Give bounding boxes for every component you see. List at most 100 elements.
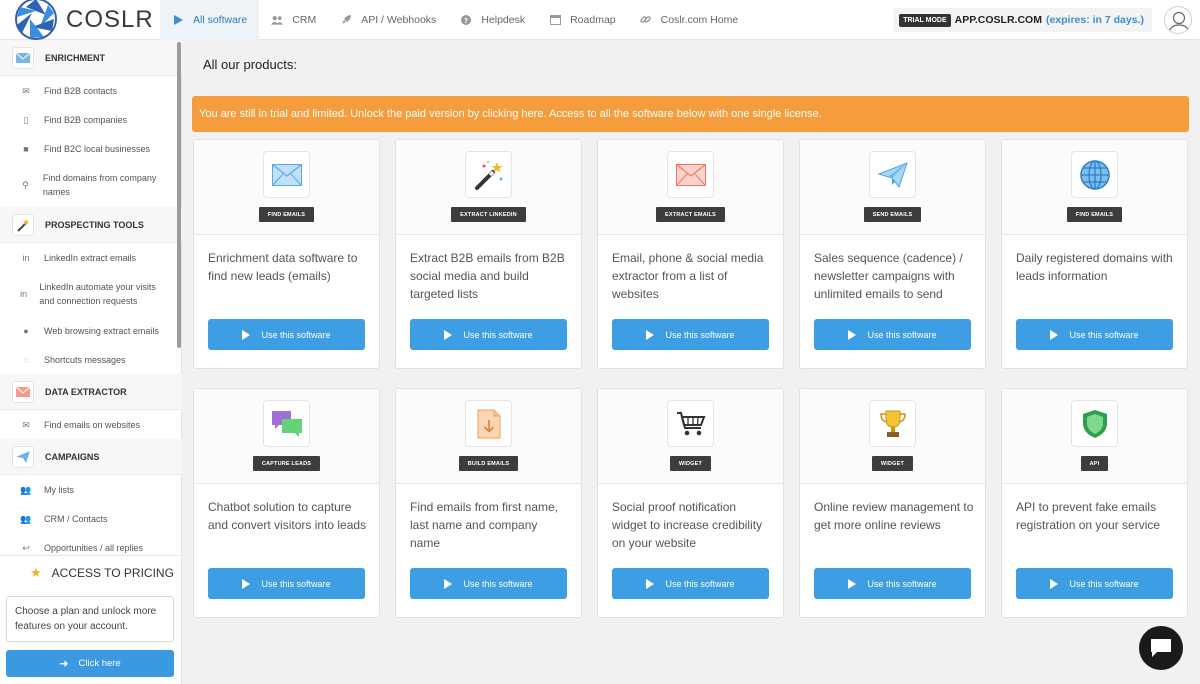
card-description: Sales sequence (cadence) / newsletter ca… bbox=[814, 251, 963, 301]
sidebar-item-find-b2b-contacts[interactable]: ✉ Find B2B contacts bbox=[0, 76, 182, 105]
card-description: Daily registered domains with leads info… bbox=[1016, 251, 1173, 283]
product-card: WIDGET Online review management to get m… bbox=[799, 388, 986, 618]
use-software-button[interactable]: Use this software bbox=[1016, 319, 1173, 350]
sidebar-item-opportunities[interactable]: ↩ Opportunities / all replies bbox=[0, 533, 182, 555]
nav-label: API / Webhooks bbox=[361, 13, 437, 26]
magic-wand-icon bbox=[12, 213, 34, 236]
linkedin-icon: in bbox=[22, 252, 30, 263]
use-software-button[interactable]: Use this software bbox=[410, 319, 567, 350]
brand-logo[interactable]: COSLR bbox=[0, 0, 160, 40]
product-card: SEND EMAILS Sales sequence (cadence) / n… bbox=[799, 139, 986, 369]
sidebar-item-label: LinkedIn automate your visits and connec… bbox=[39, 282, 156, 306]
card-badge: EXTRACT EMAILS bbox=[655, 207, 726, 222]
card-description: Email, phone & social media extractor fr… bbox=[612, 251, 764, 301]
play-icon bbox=[1050, 329, 1059, 340]
sidebar-item-my-lists[interactable]: 👥 My lists bbox=[0, 475, 182, 504]
button-label: Use this software bbox=[1069, 329, 1139, 340]
sidebar-item-find-b2c-local[interactable]: ■ Find B2C local businesses bbox=[0, 134, 182, 163]
sidebar-item-label: My lists bbox=[44, 484, 74, 495]
page-title: All our products: bbox=[203, 57, 297, 72]
sidebar-item-web-browsing[interactable]: ● Web browsing extract emails bbox=[0, 316, 182, 345]
sidebar-item-label: Find B2B companies bbox=[44, 114, 128, 125]
briefcase-icon: ■ bbox=[23, 143, 29, 154]
sidebar: ENRICHMENT ✉ Find B2B contacts ▯ Find B2B … bbox=[0, 40, 182, 684]
sidebar-item-label: CRM / Contacts bbox=[44, 513, 108, 524]
mail-icon: ✉ bbox=[22, 419, 30, 430]
sidebar-item-find-domains[interactable]: ⚲ Find domains from company names bbox=[0, 163, 182, 207]
play-icon bbox=[444, 329, 453, 340]
card-description: Online review management to get more onl… bbox=[814, 500, 974, 532]
card-badge: CAPTURE LEADS bbox=[252, 456, 321, 471]
logo-aperture-icon bbox=[15, 0, 57, 40]
nav-crm[interactable]: CRM bbox=[259, 0, 328, 40]
card-description: API to prevent fake emails registration … bbox=[1016, 500, 1161, 532]
section-prospecting-tools: PROSPECTING TOOLS bbox=[0, 207, 182, 243]
sidebar-item-find-emails-websites[interactable]: ✉ Find emails on websites bbox=[0, 410, 182, 439]
building-icon: ▯ bbox=[23, 114, 29, 125]
button-label: Use this software bbox=[261, 329, 331, 340]
card-badge: FIND EMAILS bbox=[1066, 207, 1123, 222]
sidebar-item-label: Shortcuts messages bbox=[44, 354, 126, 365]
calendar-icon bbox=[549, 14, 561, 26]
use-software-button[interactable]: Use this software bbox=[814, 319, 971, 350]
product-card: WIDGET Social proof notification widget … bbox=[597, 388, 784, 618]
live-chat-button[interactable] bbox=[1139, 626, 1183, 670]
envelope-blue-icon bbox=[263, 151, 310, 198]
use-software-button[interactable]: Use this software bbox=[410, 568, 567, 599]
use-software-button[interactable]: Use this software bbox=[814, 568, 971, 599]
click-here-button[interactable]: ➜ Click here bbox=[6, 650, 174, 677]
card-badge: EXTRACT LINKEDIN bbox=[451, 207, 526, 222]
trial-mode-badge: TRIAL MODE bbox=[899, 13, 951, 27]
play-icon bbox=[242, 329, 251, 340]
user-avatar[interactable] bbox=[1164, 6, 1192, 34]
top-bar: COSLR All software CRM API / Webhooks ? … bbox=[0, 0, 1200, 40]
card-badge: WIDGET bbox=[669, 456, 712, 471]
sidebar-scrollbar[interactable] bbox=[177, 42, 181, 348]
nav-helpdesk[interactable]: ? Helpdesk bbox=[448, 0, 537, 40]
nav-label: CRM bbox=[292, 13, 317, 26]
chat-icon bbox=[1151, 639, 1171, 657]
product-card: FIND EMAILS Enrichment data software to … bbox=[193, 139, 380, 369]
product-card: FIND EMAILS Daily registered domains wit… bbox=[1001, 139, 1188, 369]
card-badge: BUILD EMAILS bbox=[458, 456, 519, 471]
main-content: All our products: You are still in trial… bbox=[182, 40, 1200, 684]
use-software-button[interactable]: Use this software bbox=[612, 319, 769, 350]
section-enrichment: ENRICHMENT bbox=[0, 40, 182, 76]
trial-expiry: (expires: in 7 days.) bbox=[1045, 14, 1144, 26]
sidebar-item-linkedin-automate[interactable]: in LinkedIn automate your visits and conn… bbox=[0, 272, 182, 316]
use-software-button[interactable]: Use this software bbox=[1016, 568, 1173, 599]
nav-roadmap[interactable]: Roadmap bbox=[537, 0, 628, 40]
sidebar-item-linkedin-extract[interactable]: in LinkedIn extract emails bbox=[0, 243, 182, 272]
question-icon: ? bbox=[460, 14, 472, 26]
sidebar-item-crm-contacts[interactable]: 👥 CRM / Contacts bbox=[0, 504, 182, 533]
access-pricing-link[interactable]: ★ ACCESS TO PRICING bbox=[0, 555, 182, 589]
mail-icon: ✉ bbox=[22, 85, 30, 96]
users-icon: 👥 bbox=[20, 513, 32, 524]
nav-all-software[interactable]: All software bbox=[160, 0, 260, 40]
use-software-button[interactable]: Use this software bbox=[208, 319, 365, 350]
users-icon bbox=[271, 14, 284, 26]
sidebar-item-shortcuts[interactable]: ◌ Shortcuts messages bbox=[0, 345, 182, 374]
sidebar-item-label: Find emails on websites bbox=[44, 419, 141, 430]
use-software-button[interactable]: Use this software bbox=[208, 568, 365, 599]
section-title: DATA EXTRACTOR bbox=[45, 386, 127, 397]
button-label: Use this software bbox=[261, 578, 331, 589]
brand-name: COSLR bbox=[66, 5, 154, 33]
trial-alert-banner[interactable]: You are still in trial and limited. Unlo… bbox=[192, 96, 1189, 132]
linkedin-icon: in bbox=[20, 289, 28, 299]
trial-status[interactable]: TRIAL MODE APP.COSLR.COM (expires: in 7 … bbox=[893, 8, 1152, 32]
chat-bubbles-icon bbox=[263, 400, 310, 447]
card-description: Extract B2B emails from B2B social media… bbox=[410, 251, 565, 301]
card-badge: WIDGET bbox=[871, 456, 914, 471]
paper-plane-icon bbox=[869, 151, 916, 198]
nav-api-webhooks[interactable]: API / Webhooks bbox=[328, 0, 448, 40]
user-silhouette-icon bbox=[1168, 11, 1190, 33]
sidebar-item-find-b2b-companies[interactable]: ▯ Find B2B companies bbox=[0, 105, 182, 134]
nav-coslr-home[interactable]: Coslr.com Home bbox=[628, 0, 751, 40]
button-label: Use this software bbox=[463, 329, 533, 340]
play-icon bbox=[646, 329, 655, 340]
play-icon bbox=[1050, 578, 1059, 589]
use-software-button[interactable]: Use this software bbox=[612, 568, 769, 599]
sidebar-item-label: Opportunities / all replies bbox=[44, 542, 144, 553]
sidebar-item-label: Find B2C local businesses bbox=[44, 143, 151, 154]
